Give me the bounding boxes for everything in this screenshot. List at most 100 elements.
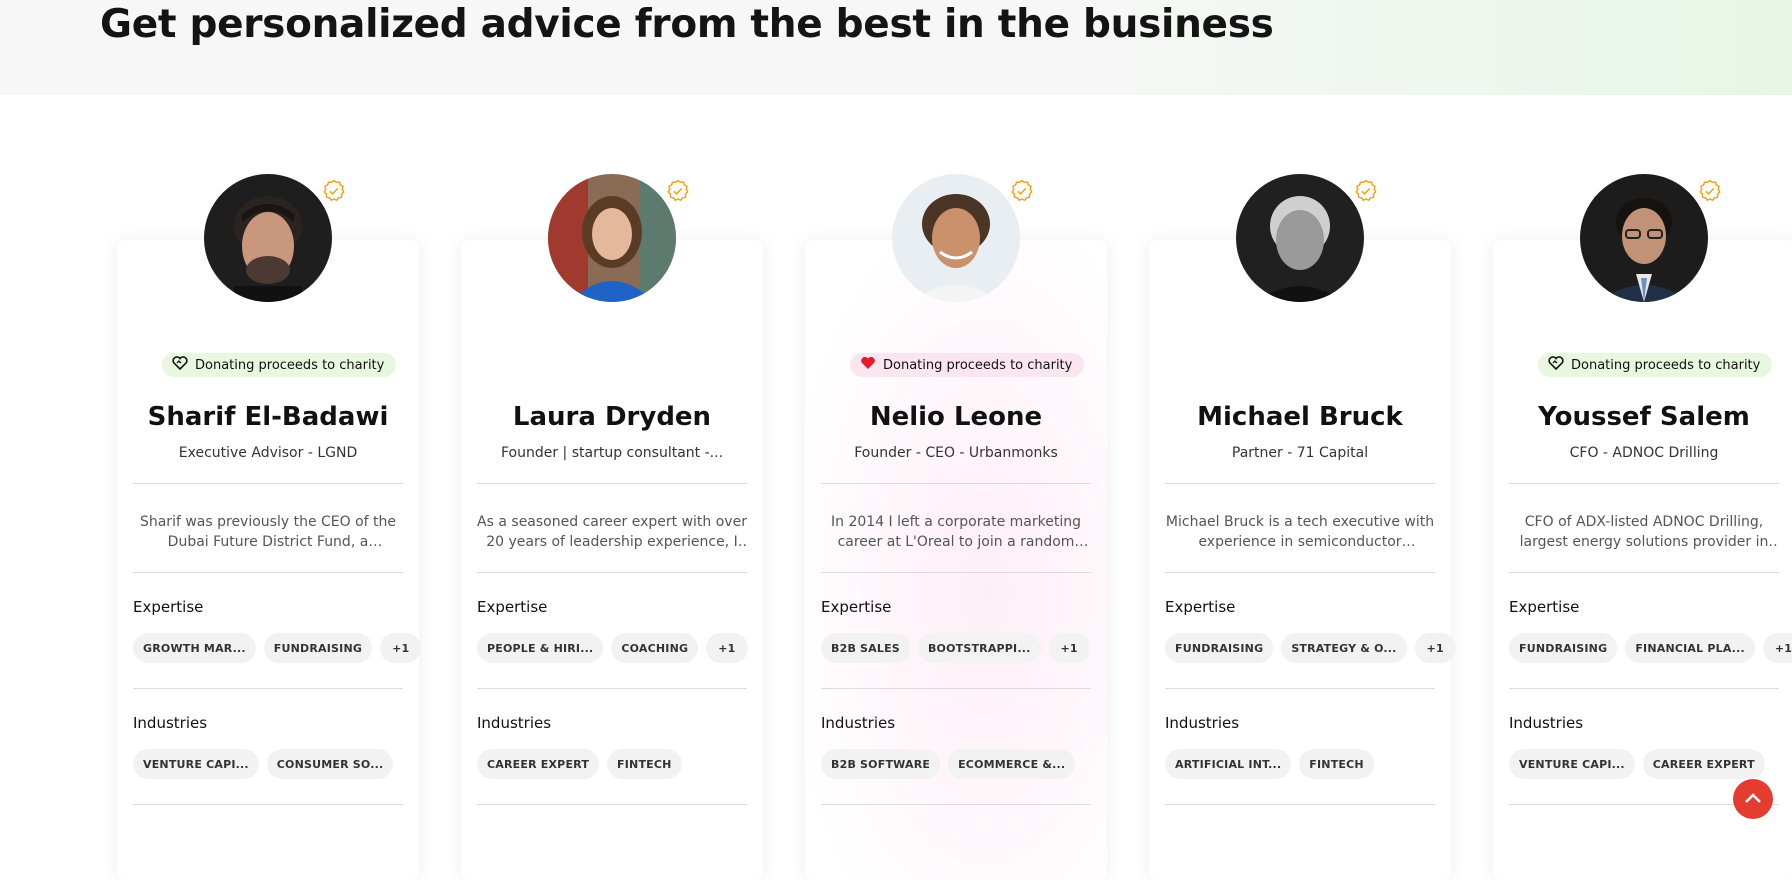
expert-role: CFO - ADNOC Drilling xyxy=(1569,445,1719,461)
expert-role: Founder - CEO - Urbanmonks xyxy=(854,445,1058,461)
expertise-tag[interactable]: COACHING xyxy=(611,633,699,663)
verified-badge-icon xyxy=(1351,176,1381,206)
industry-tag[interactable]: ARTIFICIAL INT... xyxy=(1165,749,1292,779)
expertise-heading: Expertise xyxy=(1165,598,1236,616)
expertise-tag[interactable]: BOOTSTRAPPI... xyxy=(917,633,1041,663)
expertise-tags: B2B SALES BOOTSTRAPPI... +1 xyxy=(821,633,1090,663)
divider xyxy=(1509,572,1779,573)
expertise-tag[interactable]: FINANCIAL PLA... xyxy=(1625,633,1755,663)
industries-heading: Industries xyxy=(1509,714,1584,732)
industry-tag[interactable]: FINTECH xyxy=(1299,749,1374,779)
page-title: Get personalized advice from the best in… xyxy=(100,2,1274,47)
charity-label: Donating proceeds to charity xyxy=(883,357,1073,373)
industries-heading: Industries xyxy=(1165,714,1240,732)
expert-name[interactable]: Laura Dryden xyxy=(461,402,763,432)
charity-badge: Donating proceeds to charity xyxy=(1538,353,1773,377)
industries-heading: Industries xyxy=(821,714,896,732)
industry-tag[interactable]: VENTURE CAPI... xyxy=(133,749,259,779)
expertise-tag[interactable]: FUNDRAISING xyxy=(1509,633,1618,663)
avatar-container[interactable] xyxy=(548,174,693,302)
divider xyxy=(133,688,403,689)
divider xyxy=(821,483,1091,484)
heart-filled-icon xyxy=(860,356,876,374)
avatar-container[interactable] xyxy=(204,174,349,302)
divider xyxy=(821,688,1091,689)
expert-name[interactable]: Sharif El-Badawi xyxy=(117,402,419,432)
divider xyxy=(821,572,1091,573)
industry-tags: B2B SOFTWARE ECOMMERCE &... xyxy=(821,749,1076,779)
expertise-tag[interactable]: FUNDRAISING xyxy=(263,633,373,663)
divider xyxy=(133,483,403,484)
divider xyxy=(1165,804,1435,805)
expert-card[interactable]: Laura Dryden Founder | startup consultan… xyxy=(461,174,763,880)
expertise-tags: FUNDRAISING STRATEGY & O... +1 xyxy=(1165,633,1456,663)
expertise-tag[interactable]: B2B SALES xyxy=(821,633,910,663)
industry-tag[interactable]: B2B SOFTWARE xyxy=(821,749,941,779)
industry-tag[interactable]: FINTECH xyxy=(607,749,682,779)
expert-card[interactable]: Donating proceeds to charity Nelio Leone… xyxy=(805,174,1107,880)
verified-badge-icon xyxy=(663,176,693,206)
divider xyxy=(477,572,747,573)
avatar[interactable] xyxy=(1580,174,1708,302)
industry-tags: VENTURE CAPI... CONSUMER SO... xyxy=(133,749,394,779)
industry-tag[interactable]: CAREER EXPERT xyxy=(1642,749,1765,779)
scroll-to-top-button[interactable] xyxy=(1733,779,1773,819)
expert-name[interactable]: Michael Bruck xyxy=(1149,402,1451,432)
expert-bio: Michael Bruck is a tech executive with e… xyxy=(1165,514,1435,550)
divider xyxy=(1165,572,1435,573)
verified-badge-icon xyxy=(1007,176,1037,206)
industries-heading: Industries xyxy=(133,714,208,732)
divider xyxy=(477,688,747,689)
industry-tag[interactable]: ECOMMERCE &... xyxy=(948,749,1076,779)
avatar[interactable] xyxy=(548,174,676,302)
expert-name[interactable]: Youssef Salem xyxy=(1493,402,1792,432)
verified-badge-icon xyxy=(319,176,349,206)
more-tags-button[interactable]: +1 xyxy=(380,633,422,663)
expertise-tag[interactable]: STRATEGY & O... xyxy=(1281,633,1407,663)
hero-banner: Get personalized advice from the best in… xyxy=(0,0,1792,95)
charity-label: Donating proceeds to charity xyxy=(195,357,385,373)
divider xyxy=(133,572,403,573)
more-tags-button[interactable]: +1 xyxy=(1414,633,1456,663)
avatar-container[interactable] xyxy=(1580,174,1725,302)
expertise-tag[interactable]: FUNDRAISING xyxy=(1165,633,1274,663)
divider xyxy=(1509,688,1779,689)
avatar-container[interactable] xyxy=(1236,174,1381,302)
divider xyxy=(821,804,1091,805)
divider xyxy=(477,804,747,805)
charity-badge: Donating proceeds to charity xyxy=(850,353,1085,377)
expert-card[interactable]: Donating proceeds to charity Sharif El-B… xyxy=(117,174,422,880)
industry-tag[interactable]: CONSUMER SO... xyxy=(266,749,394,779)
expertise-tag[interactable]: GROWTH MAR... xyxy=(133,633,256,663)
expertise-tags: PEOPLE & HIRI... COACHING +1 xyxy=(477,633,748,663)
avatar[interactable] xyxy=(204,174,332,302)
charity-badge: Donating proceeds to charity xyxy=(162,353,397,377)
industry-tags: VENTURE CAPI... CAREER EXPERT xyxy=(1509,749,1765,779)
divider xyxy=(1165,688,1435,689)
more-tags-button[interactable]: +1 xyxy=(706,633,748,663)
heart-outline-icon xyxy=(1548,356,1564,374)
expert-bio: As a seasoned career expert with over 20… xyxy=(477,514,747,550)
expert-bio: CFO of ADX-listed ADNOC Drilling, larges… xyxy=(1519,514,1769,550)
expert-bio: Sharif was previously the CEO of the Dub… xyxy=(139,514,397,550)
industry-tag[interactable]: VENTURE CAPI... xyxy=(1509,749,1635,779)
expert-role: Executive Advisor - LGND xyxy=(178,445,358,461)
avatar-container[interactable] xyxy=(892,174,1037,302)
expert-bio: In 2014 I left a corporate marketing car… xyxy=(831,514,1081,550)
divider xyxy=(1165,483,1435,484)
industry-tags: ARTIFICIAL INT... FINTECH xyxy=(1165,749,1374,779)
expertise-tags: GROWTH MAR... FUNDRAISING +1 xyxy=(133,633,422,663)
expertise-heading: Expertise xyxy=(477,598,548,616)
expertise-heading: Expertise xyxy=(133,598,204,616)
expert-cards: Donating proceeds to charity Sharif El-B… xyxy=(0,95,1792,880)
avatar[interactable] xyxy=(892,174,1020,302)
charity-label: Donating proceeds to charity xyxy=(1571,357,1761,373)
industry-tag[interactable]: CAREER EXPERT xyxy=(477,749,600,779)
expertise-tag[interactable]: PEOPLE & HIRI... xyxy=(477,633,604,663)
expert-card[interactable]: Michael Bruck Partner - 71 Capital Micha… xyxy=(1149,174,1456,880)
more-tags-button[interactable]: +1 xyxy=(1762,633,1792,663)
more-tags-button[interactable]: +1 xyxy=(1048,633,1090,663)
verified-badge-icon xyxy=(1695,176,1725,206)
expert-name[interactable]: Nelio Leone xyxy=(805,402,1107,432)
avatar[interactable] xyxy=(1236,174,1364,302)
